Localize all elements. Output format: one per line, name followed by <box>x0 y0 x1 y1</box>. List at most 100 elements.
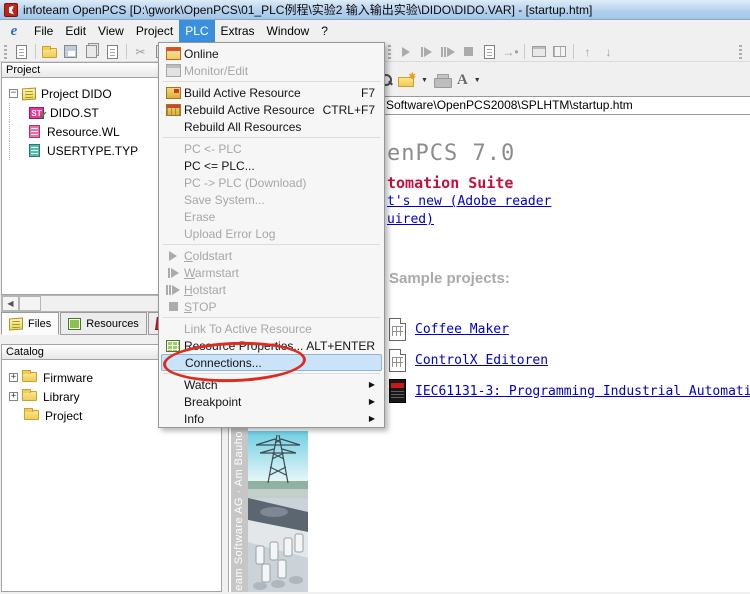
menu-item-link-to-active-resource[interactable]: Link To Active Resource <box>159 320 384 337</box>
menu-file[interactable]: File <box>28 20 59 42</box>
tree-item-label: Project DIDO <box>41 87 112 101</box>
copy-document-button[interactable] <box>81 43 102 61</box>
menu-project[interactable]: Project <box>130 20 179 42</box>
iec61131-link[interactable]: IEC61131-3: Programming Industrial Autom… <box>415 384 750 399</box>
hotstart-button[interactable] <box>437 43 458 61</box>
menu-item-online[interactable]: Online <box>159 45 384 62</box>
font-size-icon[interactable]: A <box>457 72 468 89</box>
tab-files[interactable]: Files <box>1 312 59 335</box>
whats-new-link-wrap[interactable]: uired) <box>387 212 434 227</box>
toolbar-grip[interactable] <box>388 45 391 59</box>
stop-button[interactable] <box>458 43 479 61</box>
save-icon <box>64 45 77 58</box>
coldstart-icon <box>402 47 410 57</box>
menu-item-upload-error-log[interactable]: Upload Error Log <box>159 225 384 242</box>
scroll-left-button[interactable]: ◀ <box>2 296 19 311</box>
menu-item-warmstart[interactable]: Warmstart <box>159 264 384 281</box>
resource-properties-icon <box>166 340 180 352</box>
menu-item-save-system[interactable]: Save System... <box>159 191 384 208</box>
toolbar-grip[interactable] <box>739 45 742 59</box>
sample-link-row: IEC61131-3: Programming Industrial Autom… <box>389 379 750 403</box>
coldstart-button[interactable] <box>395 43 416 61</box>
banner-photo-tower <box>248 431 308 498</box>
favorites-icon[interactable]: ✱ <box>398 74 415 87</box>
shortcut-label: CTRL+F7 <box>323 103 375 117</box>
menu-item-pc-le-plc[interactable]: PC <= PLC... <box>159 157 384 174</box>
menu-plc[interactable]: PLC <box>179 20 214 42</box>
shortcut-label: ALT+ENTER <box>306 339 375 353</box>
open-button[interactable] <box>39 43 60 61</box>
menu-item-breakpoint[interactable]: Breakpoint ▶ <box>159 393 384 410</box>
menu-item-build-active-resource[interactable]: Build Active Resource F7 <box>159 84 384 101</box>
coldstart-icon <box>169 251 177 261</box>
tile-windows-button[interactable] <box>549 43 570 61</box>
toolbar-separator <box>35 44 36 59</box>
menu-edit[interactable]: Edit <box>59 20 92 42</box>
title-bar: infoteam OpenPCS [D:\gwork\OpenPCS\01_PL… <box>0 0 750 20</box>
tree-item-label: Resource.WL <box>47 125 120 139</box>
scrollbar-thumb[interactable] <box>19 296 41 311</box>
stop-icon <box>169 302 178 311</box>
menu-item-pc-to-plc-download[interactable]: PC -> PLC (Download) <box>159 174 384 191</box>
banner-photo-lab <box>248 498 308 592</box>
folder-icon <box>24 410 39 420</box>
favorites-dropdown-icon[interactable]: ▼ <box>421 77 428 84</box>
toolbar-grip[interactable] <box>4 45 7 59</box>
menu-help[interactable]: ? <box>315 20 334 42</box>
menu-item-hotstart[interactable]: Hotstart <box>159 281 384 298</box>
sample-link-row: Coffee Maker <box>389 318 509 341</box>
copy-document-icon <box>86 45 97 58</box>
tree-item-label: Project <box>45 409 82 423</box>
ladder-document-icon <box>389 318 406 341</box>
menu-item-info[interactable]: Info ▶ <box>159 410 384 427</box>
menu-item-rebuild-all-resources[interactable]: Rebuild All Resources <box>159 118 384 135</box>
rebuild-icon <box>166 104 181 116</box>
menu-window[interactable]: Window <box>261 20 316 42</box>
address-text: Software\OpenPCS2008\SPLHTM\startup.htm <box>386 98 633 112</box>
menu-item-rebuild-active-resource[interactable]: Rebuild Active Resource CTRL+F7 <box>159 101 384 118</box>
new-document-button[interactable] <box>11 43 32 61</box>
document-button[interactable] <box>479 43 500 61</box>
step-button[interactable]: →• <box>500 43 521 61</box>
monitor-button[interactable] <box>528 43 549 61</box>
submenu-arrow-icon: ▶ <box>369 414 375 423</box>
menu-separator <box>163 244 380 245</box>
check-icon: ✓ <box>39 111 48 122</box>
expand-box[interactable]: + <box>9 373 18 382</box>
move-down-button[interactable]: ↓ <box>598 43 619 61</box>
controlx-link[interactable]: ControlX Editoren <box>415 353 548 368</box>
folder-icon <box>22 391 37 401</box>
menu-item-erase[interactable]: Erase <box>159 208 384 225</box>
project-panel-title: Project <box>6 64 40 76</box>
document-list-button[interactable] <box>102 43 123 61</box>
whats-new-link[interactable]: t's new (Adobe reader <box>387 194 551 209</box>
menu-item-monitor-edit[interactable]: Monitor/Edit <box>159 62 384 79</box>
type-file-icon <box>29 144 40 157</box>
warmstart-icon <box>171 268 179 278</box>
menu-separator <box>163 317 380 318</box>
menu-separator <box>163 81 380 82</box>
menu-view[interactable]: View <box>92 20 130 42</box>
collapse-box[interactable]: − <box>9 89 18 98</box>
warmstart-button[interactable] <box>416 43 437 61</box>
font-dropdown-icon[interactable]: ▼ <box>474 77 481 84</box>
move-up-button[interactable]: ↑ <box>577 43 598 61</box>
build-icon <box>166 87 181 99</box>
coffee-maker-link[interactable]: Coffee Maker <box>415 322 509 337</box>
book-icon <box>389 379 406 403</box>
save-button[interactable] <box>60 43 81 61</box>
menu-item-pc-from-plc[interactable]: PC <- PLC <box>159 140 384 157</box>
sample-link-row: ControlX Editoren <box>389 349 548 372</box>
menu-item-stop[interactable]: STOP <box>159 298 384 315</box>
tab-resources[interactable]: Resources <box>60 312 147 335</box>
st-file-icon: ST✓ <box>29 107 44 119</box>
menu-item-coldstart[interactable]: Coldstart <box>159 247 384 264</box>
tree-item-label: DIDO.ST <box>50 106 99 120</box>
tree-item-label: Firmware <box>43 371 93 385</box>
menu-extras[interactable]: Extras <box>215 20 261 42</box>
expand-box[interactable]: + <box>9 392 18 401</box>
print-icon[interactable] <box>434 74 451 87</box>
sample-projects-header: Sample projects: <box>389 270 510 287</box>
tree-item-label: Library <box>43 390 80 404</box>
cut-button[interactable]: ✂ <box>130 43 151 61</box>
